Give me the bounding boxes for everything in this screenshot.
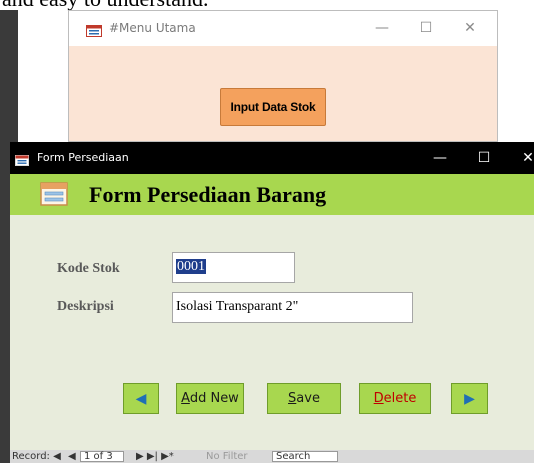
close-button[interactable]: ✕ <box>513 147 534 169</box>
previous-record-button[interactable]: ◀ <box>123 383 159 414</box>
deskripsi-label: Deskripsi <box>57 299 114 314</box>
record-navigation-bar: Record: ◀ ◀ 1 of 3 ▶ ▶| ▶* No Filter Sea… <box>10 450 534 463</box>
form-titlebar[interactable]: Form Persediaan — ☐ ✕ <box>10 142 534 174</box>
first-record-button[interactable]: ◀ <box>68 451 76 462</box>
form-header: Form Persediaan Barang <box>10 174 534 215</box>
form-persediaan-window: Form Persediaan — ☐ ✕ Form Persediaan Ba… <box>10 142 534 463</box>
save-button[interactable]: Save <box>267 383 341 414</box>
maximize-button[interactable]: ☐ <box>469 147 499 169</box>
menu-utama-window: #Menu Utama — ☐ ✕ Input Data Stok <box>68 10 498 142</box>
minimize-button[interactable]: — <box>425 147 455 169</box>
close-button[interactable]: ✕ <box>455 17 485 39</box>
deskripsi-value: Isolasi Transparant 2" <box>176 299 299 314</box>
kode-stok-field[interactable]: 0001 <box>172 252 295 283</box>
minimize-button[interactable]: — <box>367 17 397 39</box>
delete-label: Delete <box>373 391 417 406</box>
deskripsi-field[interactable]: Isolasi Transparant 2" <box>172 292 413 323</box>
record-label: Record: ◀ <box>12 451 61 462</box>
search-label: Search <box>276 451 311 462</box>
triangle-right-icon: ▶ <box>464 390 475 407</box>
filter-indicator[interactable]: No Filter <box>206 451 248 462</box>
record-position: 1 of 3 <box>84 451 113 462</box>
add-new-button[interactable]: Add New <box>176 383 244 414</box>
save-label: Save <box>288 391 320 406</box>
triangle-left-icon: ◀ <box>135 390 147 407</box>
kode-stok-label: Kode Stok <box>57 261 120 276</box>
window-title: #Menu Utama <box>109 21 196 35</box>
form-icon <box>86 24 102 42</box>
form-icon <box>15 153 29 171</box>
form-header-title: Form Persediaan Barang <box>89 182 327 207</box>
next-record-button[interactable]: ▶ <box>451 383 488 414</box>
form-body: Kode Stok 0001 Deskripsi Isolasi Transpa… <box>10 215 534 450</box>
input-data-stok-button[interactable]: Input Data Stok <box>220 88 326 126</box>
add-new-label: Add New <box>181 391 239 406</box>
form-header-icon <box>40 182 68 211</box>
record-nav-buttons[interactable]: ▶ ▶| ▶* <box>136 451 174 462</box>
maximize-button[interactable]: ☐ <box>411 17 441 39</box>
kode-stok-value: 0001 <box>176 259 206 274</box>
menu-titlebar[interactable]: #Menu Utama — ☐ ✕ <box>69 11 497 46</box>
window-title: Form Persediaan <box>37 151 129 164</box>
delete-button[interactable]: Delete <box>359 383 431 414</box>
